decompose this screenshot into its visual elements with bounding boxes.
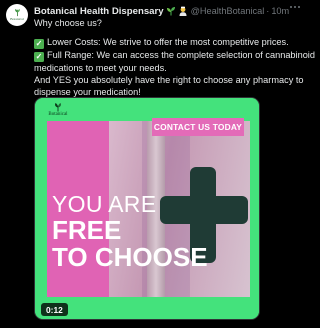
leaf-logo-icon xyxy=(14,9,20,17)
post-time[interactable]: 10m xyxy=(271,6,289,16)
separator-dot: · xyxy=(266,6,270,16)
tweet-line: Why choose us? xyxy=(34,18,102,28)
more-options-icon[interactable] xyxy=(290,6,300,8)
check-mark-icon: ✓ xyxy=(34,39,44,49)
video-frame: YOU ARE FREE TO CHOOSE xyxy=(47,121,250,297)
headline-line-2: FREE xyxy=(52,215,122,245)
health-worker-icon xyxy=(178,6,188,16)
avatar-brand-text: Botanical xyxy=(10,17,24,22)
tweet-line: ✓ Full Range: We can access the complete … xyxy=(34,50,315,73)
tweet-text: Why choose us? ✓ Lower Costs: We strive t… xyxy=(34,17,318,98)
seedling-icon xyxy=(166,6,176,16)
media-logo: Botanical xyxy=(41,102,75,120)
tweet[interactable]: Botanical Botanical Health Dispensary @H… xyxy=(0,0,320,328)
avatar[interactable]: Botanical xyxy=(6,4,28,26)
tweet-header: Botanical Health Dispensary @HealthBotan… xyxy=(34,4,296,18)
headline-line-3: TO CHOOSE xyxy=(52,242,208,272)
check-mark-icon: ✓ xyxy=(34,52,44,62)
contact-banner: CONTACT US TODAY xyxy=(152,118,244,136)
tweet-line: And YES you absolutely have the right to… xyxy=(34,75,304,97)
author-name[interactable]: Botanical Health Dispensary xyxy=(34,6,164,17)
headline-line-1: YOU ARE xyxy=(52,191,157,217)
leaf-logo-icon xyxy=(55,103,61,112)
tweet-line: ✓ Lower Costs: We strive to offer the mos… xyxy=(34,37,289,49)
media-logo-text: Botanical xyxy=(48,112,68,117)
video-duration-badge: 0:12 xyxy=(41,303,68,316)
author-handle[interactable]: @HealthBotanical xyxy=(191,6,265,16)
headline: YOU ARE FREE TO CHOOSE xyxy=(52,191,208,272)
video-player[interactable]: Botanical YOU ARE FREE TO CHOOSE CONTACT… xyxy=(34,97,260,320)
